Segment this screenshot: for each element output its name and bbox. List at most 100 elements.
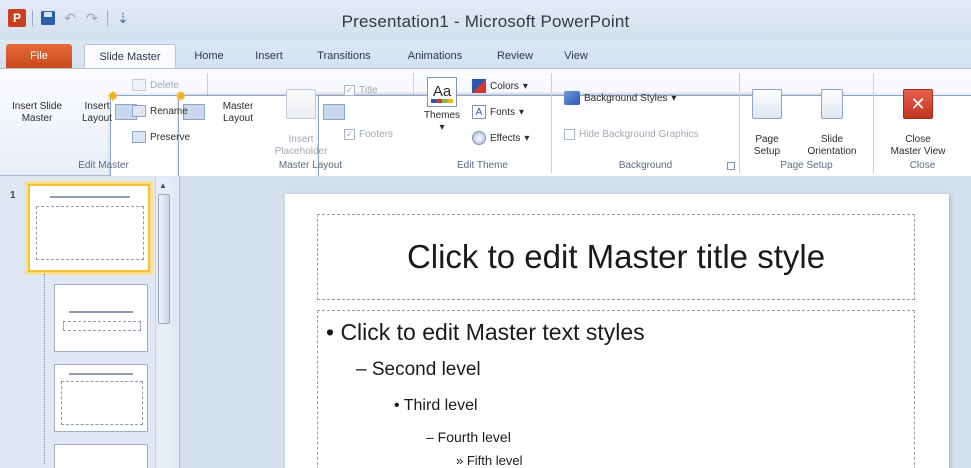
text-level-1: • Click to edit Master text styles (326, 319, 645, 345)
chevron-down-icon: ▾ (439, 122, 445, 133)
master-layout-label: Master Layout (222, 101, 254, 124)
thumbnail-body-box (61, 381, 143, 425)
body-placeholder[interactable]: • Click to edit Master text styles – Sec… (317, 310, 915, 468)
tab-slide-master[interactable]: Slide Master (84, 44, 176, 68)
footers-check-icon: ✓ (344, 129, 355, 140)
group-master-layout: Master Layout Insert Placeholder ✓ Title… (208, 73, 971, 385)
footers-checkbox-label: Footers (359, 129, 393, 140)
background-styles-icon (564, 91, 580, 105)
group-edit-theme: Aa Themes ▾ Colors ▾ A Fonts ▾ Effects ▾… (414, 73, 552, 173)
ribbon: Insert Slide Master Insert Layout Delete… (0, 68, 971, 385)
close-master-view-button[interactable]: ✕ Close Master View (882, 77, 954, 158)
insert-placeholder-icon (286, 89, 316, 119)
tab-view[interactable]: View (554, 44, 598, 68)
insert-slide-master-label: Insert Slide Master (11, 101, 63, 124)
tab-insert[interactable]: Insert (246, 44, 292, 68)
thumbnail-pane: 1 ▲ (0, 176, 180, 468)
delete-icon (132, 79, 146, 91)
insert-slide-master-button[interactable]: Insert Slide Master (6, 77, 774, 385)
layout-thumbnail[interactable] (54, 444, 148, 468)
title-checkbox-label: Title (359, 85, 378, 96)
fonts-button[interactable]: A Fonts ▾ (472, 105, 524, 119)
scroll-up-icon[interactable]: ▲ (159, 181, 167, 190)
group-label-page-setup: Page Setup (780, 160, 833, 171)
insert-layout-label: Insert Layout (81, 101, 113, 124)
master-thumbnail[interactable] (28, 184, 150, 272)
tab-file[interactable]: File (6, 44, 72, 68)
chevron-down-icon: ▾ (671, 92, 677, 104)
group-page-setup: Page Setup Slide Orientation Page Setup (740, 73, 874, 173)
thumbnail-title-line (69, 311, 133, 313)
background-styles-button[interactable]: Background Styles ▾ (564, 91, 676, 105)
workspace: 1 ▲ Click to edit Master title style • C… (0, 176, 971, 468)
chevron-down-icon: ▾ (519, 106, 525, 118)
fonts-icon: A (472, 105, 486, 119)
effects-label: Effects (490, 132, 521, 144)
background-styles-label: Background Styles (584, 92, 668, 104)
slide-orientation-button[interactable]: Slide Orientation (794, 77, 870, 158)
preserve-icon (132, 131, 146, 143)
fonts-label: Fonts (490, 106, 516, 118)
tab-animations[interactable]: Animations (396, 44, 474, 68)
chevron-down-icon: ▾ (522, 80, 528, 92)
preserve-button[interactable]: Preserve (132, 131, 190, 143)
colors-label: Colors (490, 80, 519, 92)
master-layout-button[interactable]: Master Layout (214, 77, 971, 385)
tab-home[interactable]: Home (186, 44, 232, 68)
text-level-2: – Second level (356, 359, 481, 380)
hide-background-graphics-label: Hide Background Graphics (579, 129, 699, 140)
colors-button[interactable]: Colors ▾ (472, 79, 528, 93)
group-label-edit-master: Edit Master (78, 160, 129, 171)
slide-master-canvas[interactable]: Click to edit Master title style • Click… (285, 194, 949, 468)
group-label-master-layout: Master Layout (278, 160, 343, 171)
group-label-close: Close (909, 160, 936, 171)
insert-layout-button[interactable]: Insert Layout (74, 77, 842, 385)
footers-checkbox[interactable]: ✓ Footers (344, 129, 393, 140)
themes-button[interactable]: Aa Themes ▾ (422, 77, 462, 134)
title-placeholder[interactable]: Click to edit Master title style (317, 214, 915, 300)
thumbnail-title-line (69, 373, 133, 375)
rename-icon (132, 105, 146, 117)
close-master-view-label: Close Master View (890, 134, 946, 157)
layout-thumbnail[interactable] (54, 364, 148, 432)
group-close: ✕ Close Master View Close (874, 73, 971, 173)
rename-label: Rename (150, 105, 188, 117)
themes-label: Themes (423, 110, 461, 121)
delete-button[interactable]: Delete (132, 79, 179, 91)
thumbnail-title-line (50, 196, 130, 198)
tab-review[interactable]: Review (488, 44, 542, 68)
effects-icon (472, 131, 486, 145)
insert-placeholder-label: Insert Placeholder (274, 134, 328, 157)
text-level-5: » Fifth level (456, 453, 523, 468)
themes-icon: Aa (427, 77, 457, 107)
page-setup-button[interactable]: Page Setup (746, 77, 788, 158)
slide-orientation-icon (821, 89, 843, 119)
title-checkbox[interactable]: ✓ Title (344, 85, 378, 96)
text-level-4: – Fourth level (426, 429, 511, 445)
effects-button[interactable]: Effects ▾ (472, 131, 529, 145)
tab-transitions[interactable]: Transitions (306, 44, 382, 68)
group-background: Background Styles ▾ Hide Background Grap… (552, 73, 740, 173)
thumbnail-scrollbar[interactable]: ▲ (155, 178, 172, 468)
slide-orientation-label: Slide Orientation (807, 134, 857, 157)
thumbnail-subtitle-box (63, 321, 141, 331)
group-edit-master: Insert Slide Master Insert Layout Delete… (0, 73, 842, 385)
ribbon-tabs: File Slide Master Home Insert Transition… (0, 40, 971, 68)
insert-placeholder-button[interactable]: Insert Placeholder (266, 77, 336, 158)
thumbnail-number: 1 (10, 190, 16, 201)
hide-background-check-icon (564, 129, 575, 140)
page-setup-icon (752, 89, 782, 119)
window-title: Presentation1 - Microsoft PowerPoint (341, 12, 630, 31)
group-label-edit-theme: Edit Theme (457, 160, 508, 171)
scroll-thumb[interactable] (158, 194, 170, 324)
rename-button[interactable]: Rename (132, 105, 188, 117)
slide-editing-area: Click to edit Master title style • Click… (181, 176, 971, 468)
chevron-down-icon: ▾ (524, 132, 530, 144)
thumbnail-body-box (36, 206, 144, 260)
text-level-3: • Third level (394, 397, 478, 414)
delete-label: Delete (150, 79, 179, 91)
hide-background-graphics-checkbox[interactable]: Hide Background Graphics (564, 129, 699, 140)
close-icon: ✕ (903, 89, 933, 119)
layout-thumbnail[interactable] (54, 284, 148, 352)
group-label-background: Background (618, 160, 673, 171)
